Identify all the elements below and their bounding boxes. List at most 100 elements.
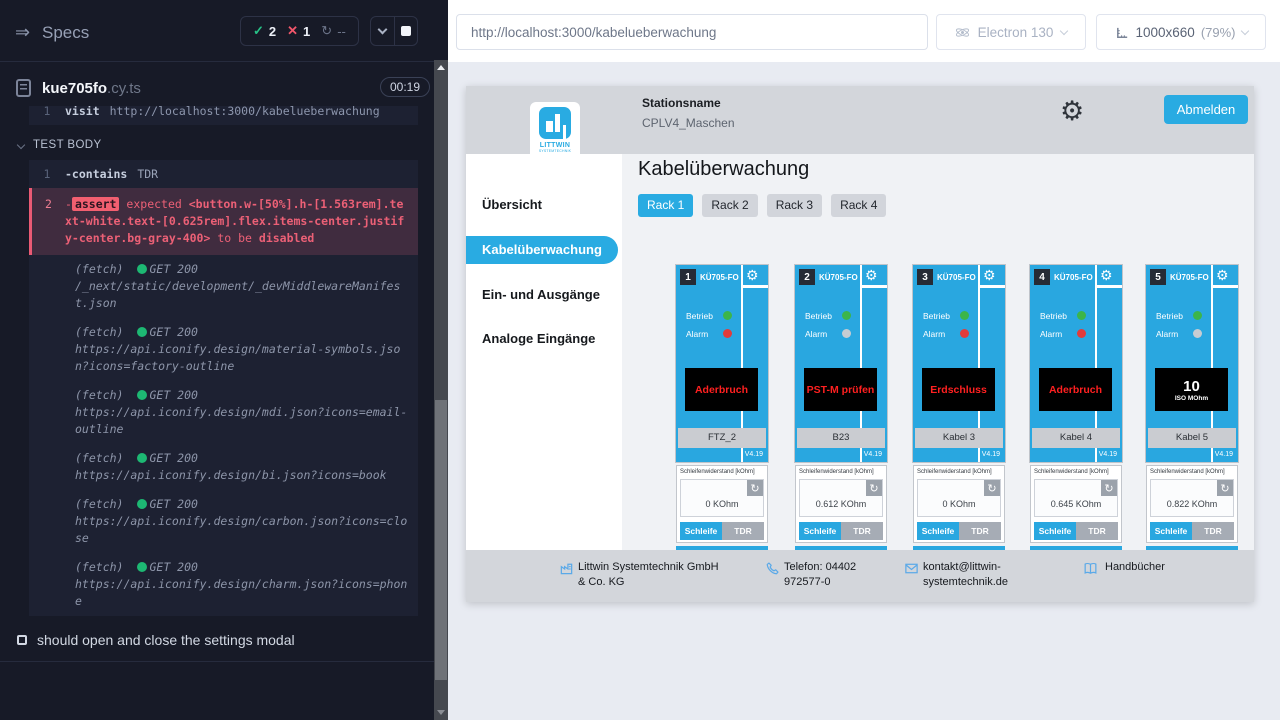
success-dot-icon [137, 499, 147, 509]
betrieb-label: Betrieb [805, 311, 832, 321]
card-settings-gear-icon[interactable]: ⚙ [1100, 268, 1113, 282]
status-display: Aderbruch [685, 368, 758, 411]
status-display: PST-M prüfen [804, 368, 877, 411]
divider [860, 448, 862, 462]
sidebar-item-kabelueberwachung[interactable]: Kabelüberwachung [466, 236, 618, 264]
stop-button[interactable] [395, 17, 418, 45]
url-input[interactable] [457, 15, 927, 49]
sidebar-item-ein-und-ausgaenge[interactable]: Ein- und Ausgänge [466, 287, 600, 302]
schleife-button[interactable]: Schleife [1150, 522, 1192, 540]
status-display: Aderbruch [1039, 368, 1112, 411]
schleife-button[interactable]: Schleife [917, 522, 959, 540]
specs-list-icon[interactable]: ⇒ [15, 22, 30, 43]
fetch-method: (fetch) [75, 262, 123, 276]
tdr-button[interactable]: TDR [1192, 522, 1234, 540]
schleife-button[interactable]: Schleife [1034, 522, 1076, 540]
refresh-button[interactable]: ↻ [1101, 480, 1117, 496]
spec-file-name[interactable]: kue705fo.cy.ts [42, 80, 141, 97]
tab-rack-1[interactable]: Rack 1 [638, 194, 693, 217]
stat-passed: ✓2 [253, 23, 276, 39]
network-log-entry[interactable]: (fetch)GET 200 https://api.iconify.desig… [29, 318, 418, 381]
sidebar-item-analoge-eingaenge[interactable]: Analoge Eingänge [466, 331, 595, 346]
network-log-entry[interactable]: (fetch)GET 200 https://api.iconify.desig… [29, 444, 418, 490]
betrieb-led [723, 311, 732, 320]
app-footer: Littwin Systemtechnik GmbH & Co. KG Tele… [466, 550, 1254, 602]
command-contains[interactable]: 1 -contains TDR [29, 160, 418, 188]
card-settings-gear-icon[interactable]: ⚙ [865, 268, 878, 282]
viewport-size: 1000x660 [1136, 25, 1195, 40]
monitor-card-2: 2 KÜ705-FO ⚙ Betrieb Alarm PST-M prüfen … [795, 265, 887, 550]
module-model: KÜ705-FO [700, 273, 739, 282]
tab-rack-4[interactable]: Rack 4 [831, 194, 886, 217]
module-model: KÜ705-FO [937, 273, 976, 282]
rack-tabs: Rack 1 Rack 2 Rack 3 Rack 4 [638, 194, 886, 217]
card-settings-gear-icon[interactable]: ⚙ [1216, 268, 1229, 282]
tdr-button[interactable]: TDR [841, 522, 883, 540]
divider [1213, 285, 1238, 288]
alarm-led [960, 329, 969, 338]
browser-select[interactable]: Electron 130 [936, 14, 1086, 50]
command-assert-failed[interactable]: 2 -assert expected <button.w-[50%].h-[1.… [29, 188, 418, 255]
refresh-button[interactable]: ↻ [747, 480, 763, 496]
tab-rack-2[interactable]: Rack 2 [702, 194, 757, 217]
network-log-entry[interactable]: (fetch)GET 200 https://api.iconify.desig… [29, 490, 418, 553]
tdr-button[interactable]: TDR [959, 522, 1001, 540]
network-log-entry[interactable]: (fetch)GET 200 https://api.iconify.desig… [29, 381, 418, 444]
slot-number: 2 [799, 269, 815, 285]
slot-number: 5 [1150, 269, 1166, 285]
module-model: KÜ705-FO [1170, 273, 1209, 282]
stat-failed: ✕1 [287, 23, 310, 39]
resistance-panel: Schleifenwiderstand [kOhm] ↻ 0.612 KOhm … [795, 465, 887, 543]
slot-number: 3 [917, 269, 933, 285]
specs-label[interactable]: Specs [42, 23, 89, 43]
cable-name: FTZ_2 [678, 428, 766, 448]
assert-message: -assert expected <button.w-[50%].h-[1.56… [65, 196, 408, 247]
schleife-button[interactable]: Schleife [680, 522, 722, 540]
measure-buttons: Schleife TDR [1150, 522, 1234, 540]
slot-number: 1 [680, 269, 696, 285]
firmware-version: V4.19 [1099, 451, 1117, 458]
cable-name: B23 [797, 428, 885, 448]
viewport-select[interactable]: 1000x660 (79%) [1096, 14, 1266, 50]
status-text: Erdschluss [930, 384, 987, 396]
fetch-url: https://api.iconify.design/material-symb… [75, 341, 408, 375]
resistance-value: 0 KOhm [918, 499, 1000, 509]
resistance-panel: Schleifenwiderstand [kOhm] ↻ 0.822 KOhm … [1146, 465, 1238, 543]
reporter-scrollbar[interactable] [434, 60, 448, 720]
resistance-value-box: ↻ 0.645 KOhm [1034, 479, 1118, 517]
settings-gear-icon[interactable]: ⚙ [1060, 98, 1084, 125]
chevron-down-icon [1240, 26, 1248, 34]
ruler-icon [1115, 25, 1130, 40]
app-header: LITTWIN SYSTEMTECHNIK Stationsname CPLV4… [466, 86, 1254, 154]
station-name: CPLV4_Maschen [642, 116, 735, 130]
scroll-down-arrow-icon[interactable] [437, 710, 445, 715]
collapse-button[interactable] [371, 17, 395, 45]
betrieb-led [1193, 311, 1202, 320]
scrollbar-thumb[interactable] [435, 400, 447, 680]
refresh-button[interactable]: ↻ [1217, 480, 1233, 496]
test-body-header[interactable]: TEST BODY [0, 130, 434, 160]
card-settings-gear-icon[interactable]: ⚙ [983, 268, 996, 282]
refresh-button[interactable]: ↻ [866, 480, 882, 496]
sidebar-item-uebersicht[interactable]: Übersicht [466, 197, 542, 212]
schleife-button[interactable]: Schleife [799, 522, 841, 540]
network-log-entry[interactable]: (fetch)GET 200 /_next/static/development… [29, 255, 418, 318]
pending-test-row[interactable]: should open and close the settings modal [0, 632, 434, 648]
scroll-up-arrow-icon[interactable] [437, 65, 445, 70]
footer-manuals[interactable]: Handbücher [1105, 560, 1165, 575]
logout-button[interactable]: Abmelden [1164, 95, 1248, 124]
card-settings-gear-icon[interactable]: ⚙ [746, 268, 759, 282]
url-bar[interactable] [456, 14, 928, 50]
tdr-button[interactable]: TDR [722, 522, 764, 540]
command-visit[interactable]: 1 visit http://localhost:3000/kabelueber… [29, 106, 418, 125]
tab-rack-3[interactable]: Rack 3 [767, 194, 822, 217]
tdr-button[interactable]: TDR [1076, 522, 1118, 540]
refresh-button[interactable]: ↻ [984, 480, 1000, 496]
betrieb-led [1077, 311, 1086, 320]
network-log-entry[interactable]: (fetch)GET 200 https://api.iconify.desig… [29, 553, 418, 616]
divider [0, 61, 434, 62]
fetch-method: (fetch) [75, 325, 123, 339]
fetch-status: GET 200 [149, 451, 197, 465]
alarm-label: Alarm [1040, 329, 1062, 339]
measure-buttons: Schleife TDR [917, 522, 1001, 540]
